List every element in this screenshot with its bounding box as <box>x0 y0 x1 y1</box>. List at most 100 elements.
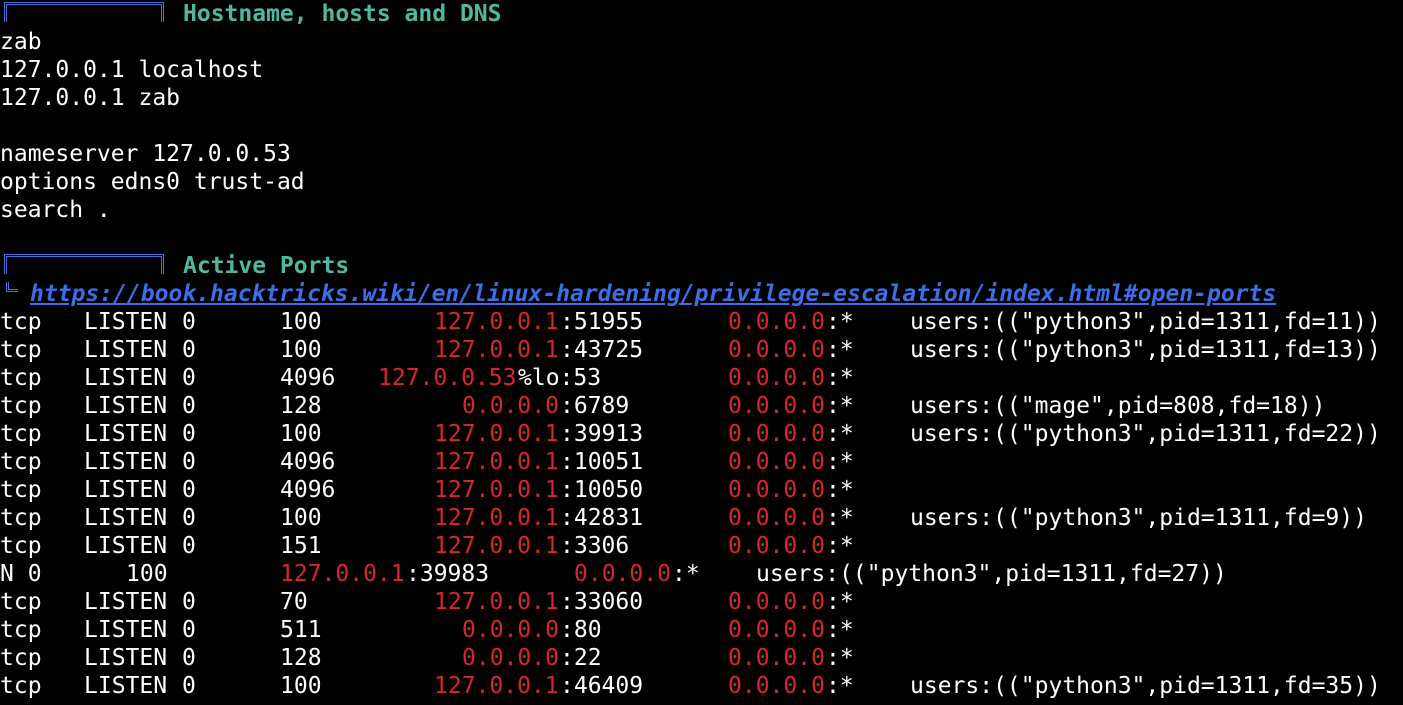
sendq-cell: 100 <box>280 337 322 363</box>
proto-cell: tcp <box>0 337 42 363</box>
sendq-cell: 100 <box>280 309 322 335</box>
local-port: :33060 <box>560 589 644 615</box>
local-port: :39913 <box>560 421 644 447</box>
sendq-cell: 511 <box>280 617 322 643</box>
process-cell: users:(("python3",pid=1311,fd=22)) <box>910 421 1381 447</box>
local-port: :3306 <box>560 533 630 559</box>
proto-cell: tcp <box>0 645 42 671</box>
peer-port: :* <box>826 337 854 363</box>
sendq-cell: 4096 <box>280 477 336 503</box>
hosts-line: 127.0.0.1 localhost <box>0 57 264 83</box>
state-cell: LISTEN <box>84 673 168 699</box>
local-ip: 127.0.0.1 <box>434 449 559 475</box>
state-cell: LISTEN <box>84 645 168 671</box>
recvq-cell: 0 <box>182 421 196 447</box>
state-cell: LISTEN <box>84 309 168 335</box>
recvq-cell: 0 <box>182 589 196 615</box>
peer-ip: 0.0.0.0 <box>728 449 825 475</box>
peer-port: :* <box>826 477 854 503</box>
port-row: tcp LISTEN 0 4096 127.0.0.53 %lo:53 0.0.0.0:* <box>0 364 1403 392</box>
port-row: tcp LISTEN 0 4096 127.0.0.1:10051 0.0.0.0:* <box>0 448 1403 476</box>
recvq-cell: 0 <box>182 673 196 699</box>
proto-cell: tcp <box>0 533 42 559</box>
local-ip: 127.0.0.1 <box>280 561 405 587</box>
row-prefix: N 0 <box>0 561 42 587</box>
peer-port: :* <box>826 309 854 335</box>
hosts-line: options edns0 trust-ad <box>0 169 305 195</box>
recvq-cell: 0 <box>182 533 196 559</box>
sendq-cell: 4096 <box>280 449 336 475</box>
local-ip: 127.0.0.1 <box>434 477 559 503</box>
peer-ip: 0.0.0.0 <box>728 337 825 363</box>
peer-port: :* <box>826 673 854 699</box>
state-cell: LISTEN <box>84 393 168 419</box>
recvq-cell: 0 <box>182 645 196 671</box>
recvq-cell: 0 <box>182 505 196 531</box>
local-ip: 127.0.0.1 <box>434 421 559 447</box>
peer-ip: 0.0.0.0 <box>728 589 825 615</box>
hosts-line: nameserver 127.0.0.53 <box>0 141 291 167</box>
local-port: :39983 <box>406 561 490 587</box>
local-port: :6789 <box>560 393 630 419</box>
process-cell: users:(("python3",pid=1311,fd=35)) <box>910 673 1381 699</box>
proto-cell: tcp <box>0 589 42 615</box>
sendq-cell: 70 <box>280 589 308 615</box>
local-ip: 127.0.0.1 <box>434 309 559 335</box>
proto-cell: tcp <box>0 505 42 531</box>
process-cell: users:(("mage",pid=808,fd=18)) <box>910 393 1326 419</box>
recvq-cell: 0 <box>182 309 196 335</box>
local-port: :46409 <box>560 673 644 699</box>
proto-cell: tcp <box>0 309 42 335</box>
port-row: tcp LISTEN 0 100 127.0.0.1:42831 0.0.0.0:* use… <box>0 504 1403 532</box>
port-row: tcp LISTEN 0 4096 127.0.0.1:10050 0.0.0.0:* <box>0 476 1403 504</box>
port-row: tcp LISTEN 0 100 127.0.0.1:46409 0.0.0.0:* use… <box>0 672 1403 700</box>
local-ip: 127.0.0.1 <box>434 337 559 363</box>
local-ip: 127.0.0.1 <box>434 533 559 559</box>
state-cell: LISTEN <box>84 449 168 475</box>
local-port: :10051 <box>560 449 644 475</box>
peer-port: :* <box>826 421 854 447</box>
hacktricks-link[interactable]: https://book.hacktricks.wiki/en/linux-ha… <box>30 280 1276 308</box>
proto-cell: tcp <box>0 449 42 475</box>
proto-cell: tcp <box>0 477 42 503</box>
peer-ip: 0.0.0.0 <box>728 505 825 531</box>
proto-cell: tcp <box>0 617 42 643</box>
local-port: :51955 <box>560 309 644 335</box>
header-box-decoration <box>4 254 164 274</box>
local-port: :22 <box>560 645 602 671</box>
state-cell: LISTEN <box>84 617 168 643</box>
local-ip: 127.0.0.53 <box>378 365 517 391</box>
local-ip: 0.0.0.0 <box>462 645 559 671</box>
peer-port: :* <box>826 449 854 475</box>
proto-cell: tcp <box>0 393 42 419</box>
state-cell: LISTEN <box>84 421 168 447</box>
state-cell: LISTEN <box>84 533 168 559</box>
peer-ip: 0.0.0.0 <box>728 309 825 335</box>
sendq-cell: 100 <box>280 673 322 699</box>
local-port: :80 <box>560 617 602 643</box>
process-cell: users:(("python3",pid=1311,fd=9)) <box>910 505 1367 531</box>
recvq-cell: 0 <box>182 337 196 363</box>
state-cell: LISTEN <box>84 365 168 391</box>
header-box-decoration <box>4 2 164 22</box>
local-port: :43725 <box>560 337 644 363</box>
port-row: tcp LISTEN 0 70 127.0.0.1:33060 0.0.0.0:* <box>0 588 1403 616</box>
local-ip: 127.0.0.1 <box>434 589 559 615</box>
port-row: tcp LISTEN 0 100 127.0.0.1:39913 0.0.0.0:* use… <box>0 420 1403 448</box>
port-row: tcp LISTEN 0 511 0.0.0.0:80 0.0.0.0:* <box>0 616 1403 644</box>
port-row: tcp LISTEN 0 100 127.0.0.1:43725 0.0.0.0:* use… <box>0 336 1403 364</box>
recvq-cell: 0 <box>182 477 196 503</box>
sendq-cell: 4096 <box>280 365 336 391</box>
peer-ip: 0.0.0.0 <box>728 365 825 391</box>
process-cell: users:(("python3",pid=1311,fd=27)) <box>756 561 1227 587</box>
peer-port: :* <box>826 365 854 391</box>
proto-cell: tcp <box>0 673 42 699</box>
peer-ip: 0.0.0.0 <box>728 617 825 643</box>
peer-port: :* <box>826 533 854 559</box>
peer-ip: 0.0.0.0 <box>728 393 825 419</box>
state-cell: LISTEN <box>84 589 168 615</box>
process-cell: users:(("python3",pid=1311,fd=11)) <box>910 309 1381 335</box>
peer-ip: 0.0.0.0 <box>728 421 825 447</box>
peer-port: :* <box>826 505 854 531</box>
sendq-cell: 128 <box>280 393 322 419</box>
